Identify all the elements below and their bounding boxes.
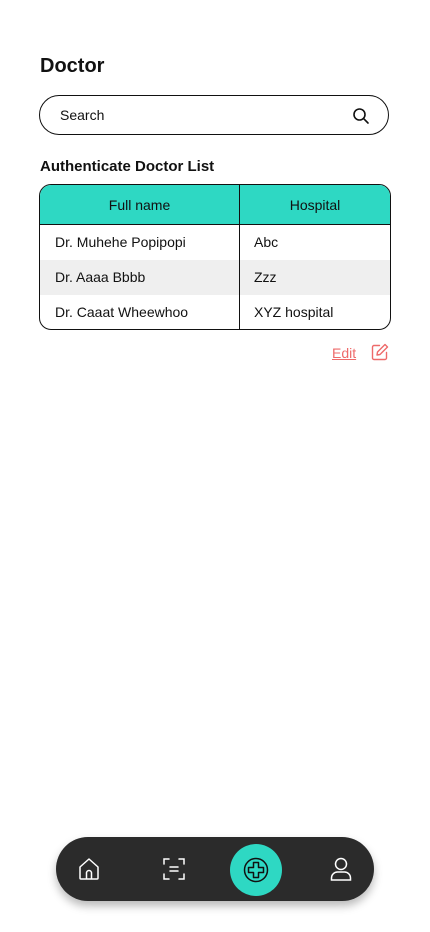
home-icon[interactable] bbox=[73, 853, 105, 885]
doctor-name-cell: Dr. Aaaa Bbbb bbox=[40, 260, 240, 295]
table-row[interactable]: Dr. Aaaa Bbbb Zzz bbox=[40, 260, 390, 295]
medical-cross-icon bbox=[243, 857, 269, 883]
column-header-hospital: Hospital bbox=[289, 197, 341, 213]
column-header-full-name: Full name bbox=[40, 185, 240, 224]
doctor-table: Full name Hospital Dr. Muhehe Popipopi A… bbox=[39, 184, 391, 330]
hospital-cell: Abc bbox=[254, 234, 279, 250]
hospital-cell: XYZ hospital bbox=[254, 304, 334, 320]
edit-icon[interactable] bbox=[371, 343, 389, 361]
scan-icon[interactable] bbox=[158, 853, 190, 885]
table-row[interactable]: Dr. Caaat Wheewhoo XYZ hospital bbox=[40, 295, 390, 329]
bottom-nav bbox=[56, 837, 374, 901]
medical-tab-button[interactable] bbox=[230, 844, 282, 896]
hospital-cell: Zzz bbox=[254, 269, 277, 285]
doctor-name-cell: Dr. Muhehe Popipopi bbox=[40, 225, 240, 260]
table-row[interactable]: Dr. Muhehe Popipopi Abc bbox=[40, 225, 390, 260]
table-header: Full name Hospital bbox=[40, 185, 390, 225]
search-input[interactable] bbox=[60, 96, 340, 134]
user-icon[interactable] bbox=[325, 853, 357, 885]
page-title: Doctor bbox=[40, 55, 105, 77]
edit-link[interactable]: Edit bbox=[332, 344, 356, 362]
search-bar[interactable] bbox=[39, 95, 389, 135]
doctor-name-cell: Dr. Caaat Wheewhoo bbox=[40, 295, 240, 329]
section-title: Authenticate Doctor List bbox=[40, 158, 215, 175]
search-icon[interactable] bbox=[352, 107, 370, 125]
